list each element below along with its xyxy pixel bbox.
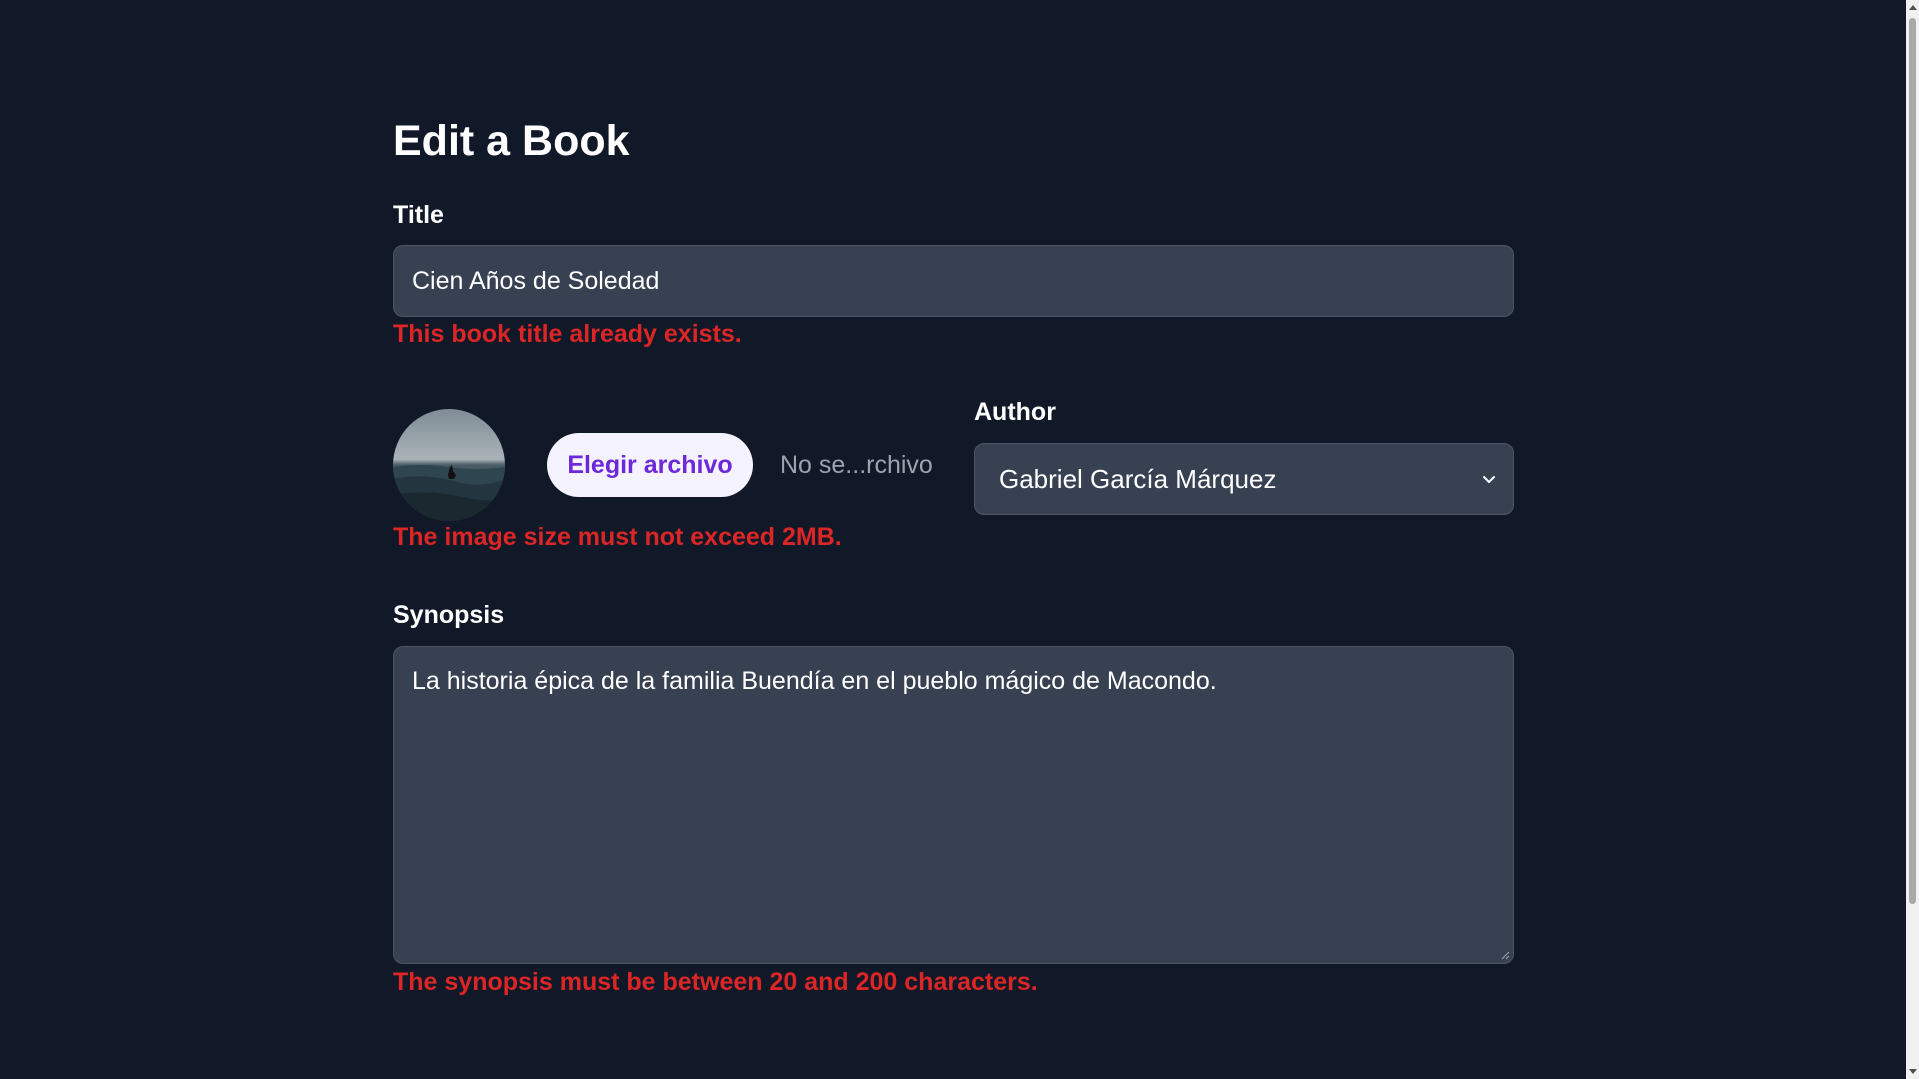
chevron-down-icon: [1483, 476, 1495, 483]
title-label: Title: [393, 201, 444, 229]
title-input[interactable]: Cien Años de Soledad: [393, 245, 1514, 317]
choose-file-button[interactable]: Elegir archivo: [547, 433, 753, 497]
scroll-down-arrow-icon[interactable]: [1909, 1069, 1917, 1074]
image-upload-row: Elegir archivo No se...rchivo: [393, 409, 953, 521]
scrollbar-thumb[interactable]: [1909, 18, 1916, 904]
image-error: The image size must not exceed 2MB.: [393, 523, 842, 551]
file-status-text: No se...rchivo: [780, 451, 933, 479]
title-error: This book title already exists.: [393, 320, 742, 348]
book-cover-image: [393, 409, 505, 521]
synopsis-label: Synopsis: [393, 601, 505, 629]
synopsis-value: La historia épica de la familia Buendía …: [412, 667, 1217, 695]
vertical-scrollbar[interactable]: [1906, 0, 1919, 1079]
edit-book-page: Edit a Book Title Cien Años de Soledad T…: [0, 0, 1919, 1079]
synopsis-error: The synopsis must be between 20 and 200 …: [393, 968, 1038, 996]
resize-grip-icon[interactable]: [1500, 950, 1510, 960]
synopsis-textarea[interactable]: La historia épica de la familia Buendía …: [393, 646, 1514, 964]
author-select[interactable]: Gabriel García Márquez: [974, 443, 1514, 515]
author-selected-value: Gabriel García Márquez: [999, 463, 1277, 494]
author-label: Author: [974, 398, 1056, 426]
page-title: Edit a Book: [393, 117, 630, 165]
book-cover-avatar: [393, 409, 505, 521]
title-input-value: Cien Años de Soledad: [412, 266, 660, 295]
scroll-up-arrow-icon[interactable]: [1909, 5, 1917, 10]
edit-book-form: Edit a Book Title Cien Años de Soledad T…: [393, 112, 1514, 996]
